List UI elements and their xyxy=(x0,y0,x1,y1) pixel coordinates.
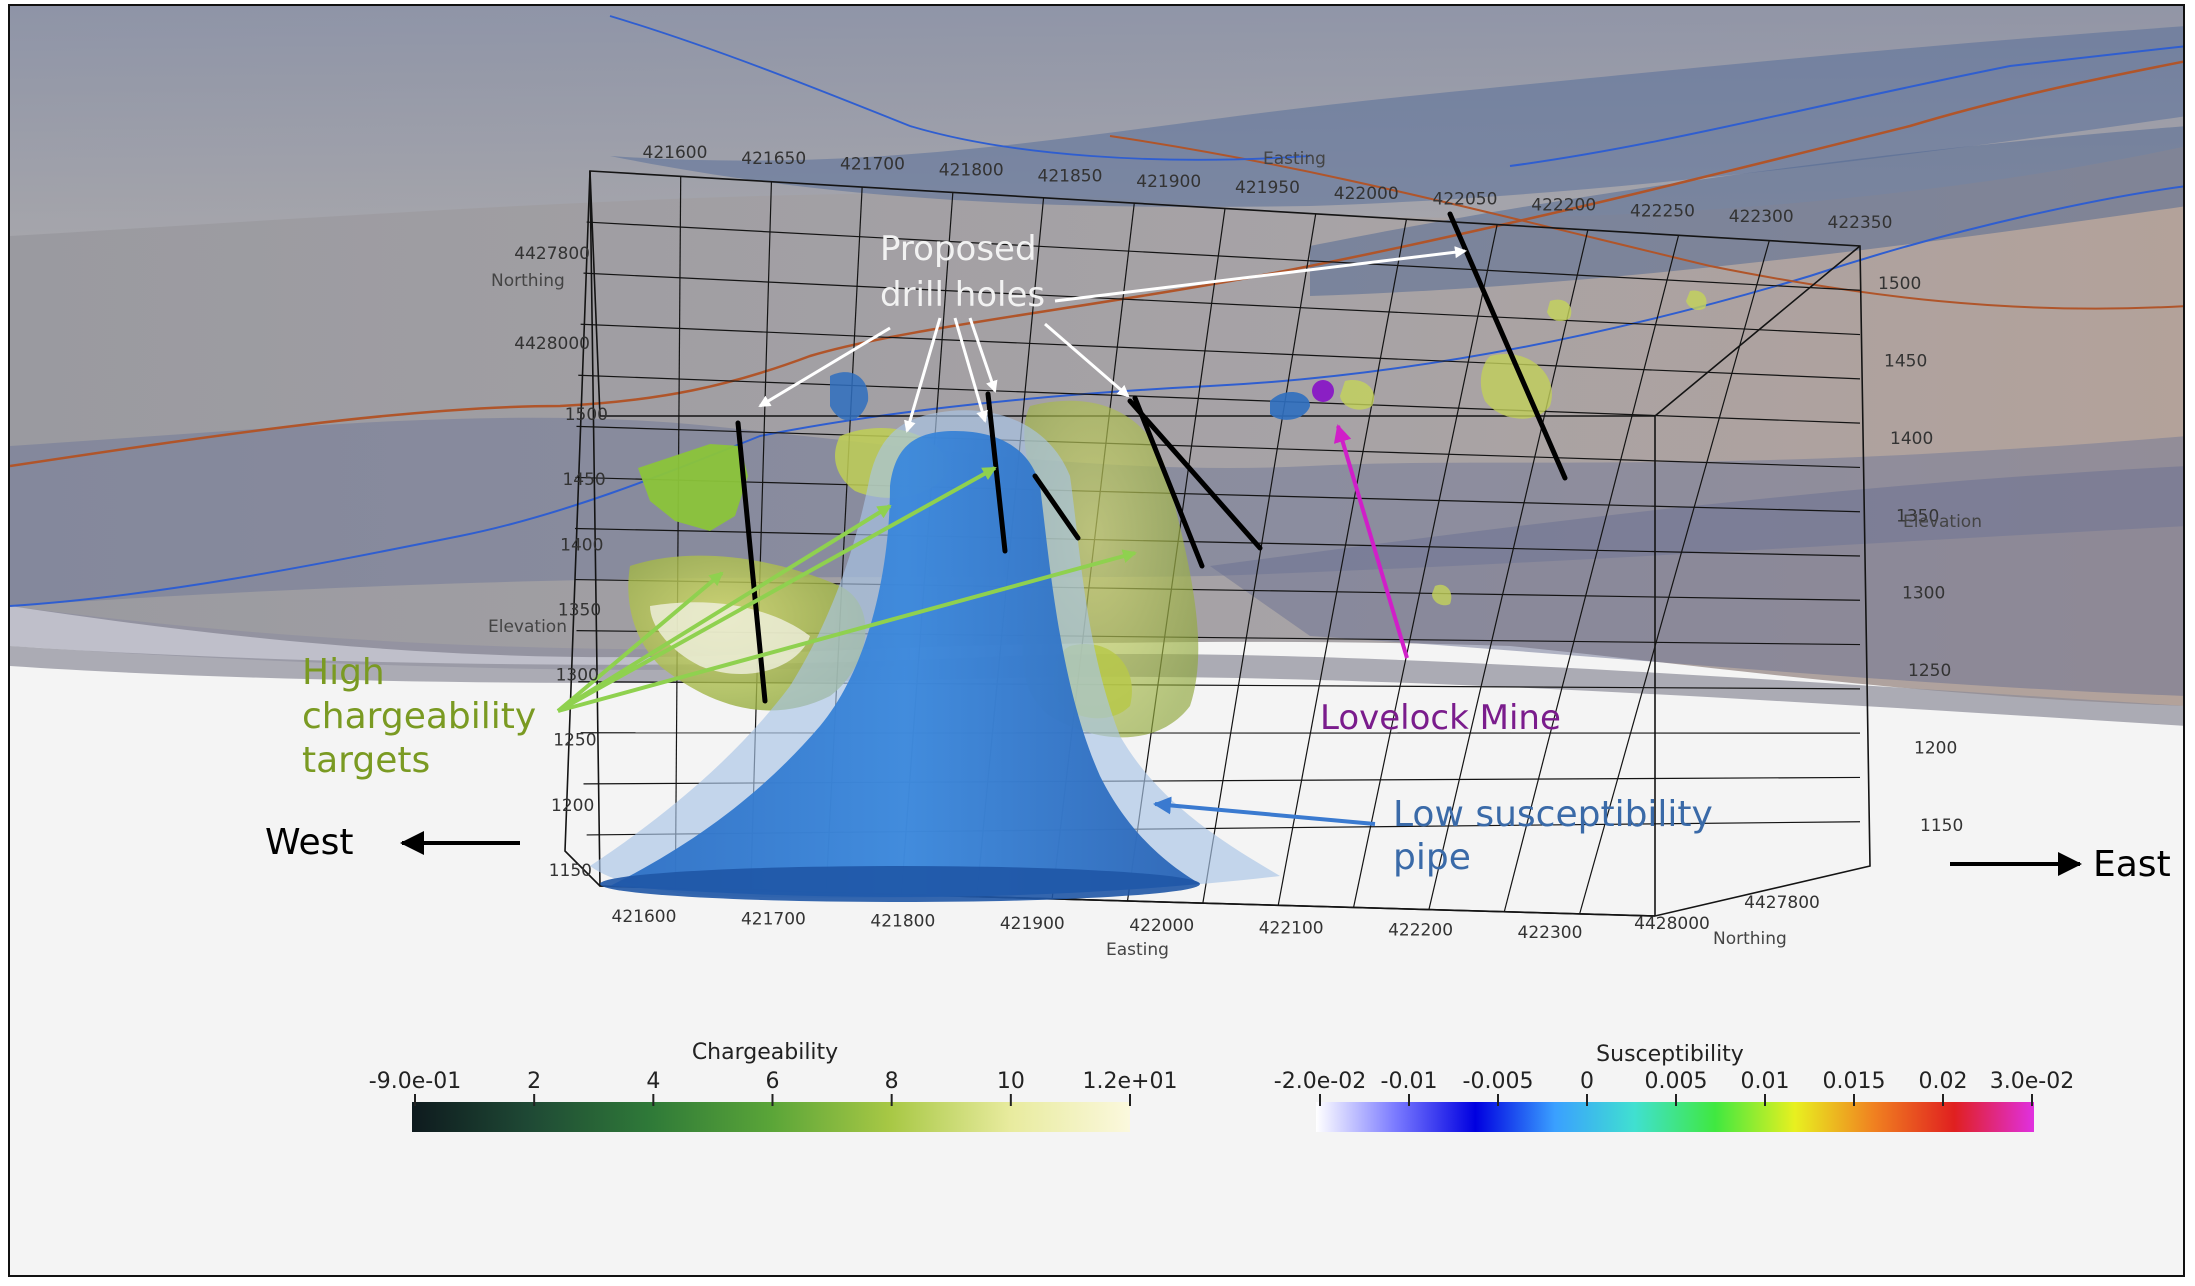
lovelock-mine-marker xyxy=(1312,380,1334,402)
chargeability-color-ramp xyxy=(412,1102,1130,1132)
left-elevation-tick-label: 1250 xyxy=(553,731,596,751)
lovelock-mine-label: Lovelock Mine xyxy=(1320,698,1561,738)
chargeability-label-line2: chargeability xyxy=(302,696,536,737)
pipe-label-line1: Low susceptibility xyxy=(1393,794,1713,835)
geophysics-3d-scene: 421600 421650 421700 421800 421850 421900 4219… xyxy=(10,6,2183,1132)
susceptibility-tick-label: 3.0e-02 xyxy=(1990,1069,2074,1094)
chargeability-tick-label: -9.0e-01 xyxy=(369,1069,461,1094)
right-elevation-tick-label: 1450 xyxy=(1884,351,1927,371)
left-northing-tick-label: 4428000 xyxy=(514,334,590,354)
susceptibility-tick-label: 0.015 xyxy=(1823,1069,1886,1094)
right-elevation-tick-label: 1200 xyxy=(1914,739,1957,759)
susceptibility-colorbar: Susceptibility -2.0e-02 -0.01 -0.005 0 0.005… xyxy=(1274,1042,2074,1132)
bottom-easting-tick-label: 421700 xyxy=(741,909,806,929)
right-elevation-tick-label: 1500 xyxy=(1878,274,1921,294)
chargeability-tick-label: 6 xyxy=(766,1069,780,1094)
susceptibility-tick-label: 0 xyxy=(1580,1069,1594,1094)
top-easting-tick-label: 421650 xyxy=(741,149,806,169)
left-elevation-tick-label: 1200 xyxy=(551,796,594,816)
bottom-easting-tick-label: 421900 xyxy=(1000,914,1065,934)
susceptibility-colorbar-title: Susceptibility xyxy=(1596,1042,1744,1067)
chargeability-tick-label: 2 xyxy=(527,1069,541,1094)
left-elevation-tick-label: 1500 xyxy=(565,405,608,425)
top-easting-tick-label: 422350 xyxy=(1828,213,1893,233)
chargeability-colorbar: Chargeability -9.0e-01 2 4 6 8 10 1.2e+01 xyxy=(369,1040,1178,1132)
right-elevation-tick-label: 1250 xyxy=(1908,661,1951,681)
right-northing-tick-label: 4427800 xyxy=(1744,893,1820,913)
susceptibility-tick-label: 0.02 xyxy=(1919,1069,1968,1094)
pipe-label-line2: pipe xyxy=(1393,837,1471,878)
top-easting-tick-label: 422200 xyxy=(1531,196,1596,216)
bottom-easting-tick-label: 422000 xyxy=(1129,916,1194,936)
susceptibility-color-ramp xyxy=(1316,1102,2034,1132)
top-easting-tick-label: 422050 xyxy=(1433,190,1498,210)
top-easting-axis-label: Easting xyxy=(1263,149,1326,169)
top-easting-tick-label: 421900 xyxy=(1136,172,1201,192)
bottom-easting-tick-label: 422200 xyxy=(1388,921,1453,941)
left-elevation-tick-label: 1150 xyxy=(549,861,592,881)
top-easting-tick-label: 421950 xyxy=(1235,178,1300,198)
top-easting-tick-label: 421700 xyxy=(840,155,905,175)
left-elevation-tick-label: 1400 xyxy=(560,535,603,555)
top-easting-tick-label: 422250 xyxy=(1630,201,1695,221)
susceptibility-tick-label: -2.0e-02 xyxy=(1274,1069,1366,1094)
chargeability-tick-label: 4 xyxy=(646,1069,660,1094)
left-northing-tick-label: 4427800 xyxy=(514,244,590,264)
right-elevation-tick-label: 1150 xyxy=(1920,816,1963,836)
left-elevation-axis-label: Elevation xyxy=(488,617,567,637)
bottom-easting-tick-label: 422300 xyxy=(1518,923,1583,943)
susceptibility-tick-label: -0.005 xyxy=(1463,1069,1534,1094)
top-easting-tick-label: 422000 xyxy=(1334,184,1399,204)
left-elevation-tick-label: 1450 xyxy=(562,470,605,490)
right-northing-axis-label: Northing xyxy=(1713,929,1787,949)
susceptibility-tick-label: 0.005 xyxy=(1645,1069,1708,1094)
right-elevation-tick-label: 1400 xyxy=(1890,429,1933,449)
drill-holes-label-line2: drill holes xyxy=(880,275,1045,315)
chargeability-colorbar-title: Chargeability xyxy=(692,1040,838,1065)
top-easting-tick-label: 421800 xyxy=(939,161,1004,181)
chargeability-tick-label: 1.2e+01 xyxy=(1083,1069,1178,1094)
west-label: West xyxy=(265,822,354,863)
right-elevation-tick-label: 1300 xyxy=(1902,584,1945,604)
chargeability-tick-label: 8 xyxy=(885,1069,899,1094)
right-elevation-axis-label: Elevation xyxy=(1903,512,1982,532)
chargeability-label-line1: High xyxy=(302,652,385,693)
top-easting-tick-label: 421600 xyxy=(643,143,708,163)
bottom-easting-axis-label: Easting xyxy=(1106,940,1169,960)
figure-frame: 421600 421650 421700 421800 421850 421900 4219… xyxy=(8,4,2185,1277)
east-label: East xyxy=(2093,844,2171,885)
bottom-easting-tick-label: 421800 xyxy=(870,912,935,932)
left-northing-axis-label: Northing xyxy=(491,271,565,291)
right-northing-tick-label: 4428000 xyxy=(1634,914,1710,934)
top-easting-tick-label: 422300 xyxy=(1729,207,1794,227)
top-easting-tick-label: 421850 xyxy=(1038,166,1103,186)
bottom-easting-tick-label: 422100 xyxy=(1259,918,1324,938)
left-elevation-tick-label: 1300 xyxy=(556,666,599,686)
chargeability-label-line3: targets xyxy=(302,740,430,781)
susceptibility-tick-label: -0.01 xyxy=(1381,1069,1438,1094)
susceptibility-tick-label: 0.01 xyxy=(1741,1069,1790,1094)
drill-holes-label-line1: Proposed xyxy=(880,229,1037,269)
bottom-easting-tick-label: 421600 xyxy=(612,907,677,927)
chargeability-tick-label: 10 xyxy=(997,1069,1025,1094)
